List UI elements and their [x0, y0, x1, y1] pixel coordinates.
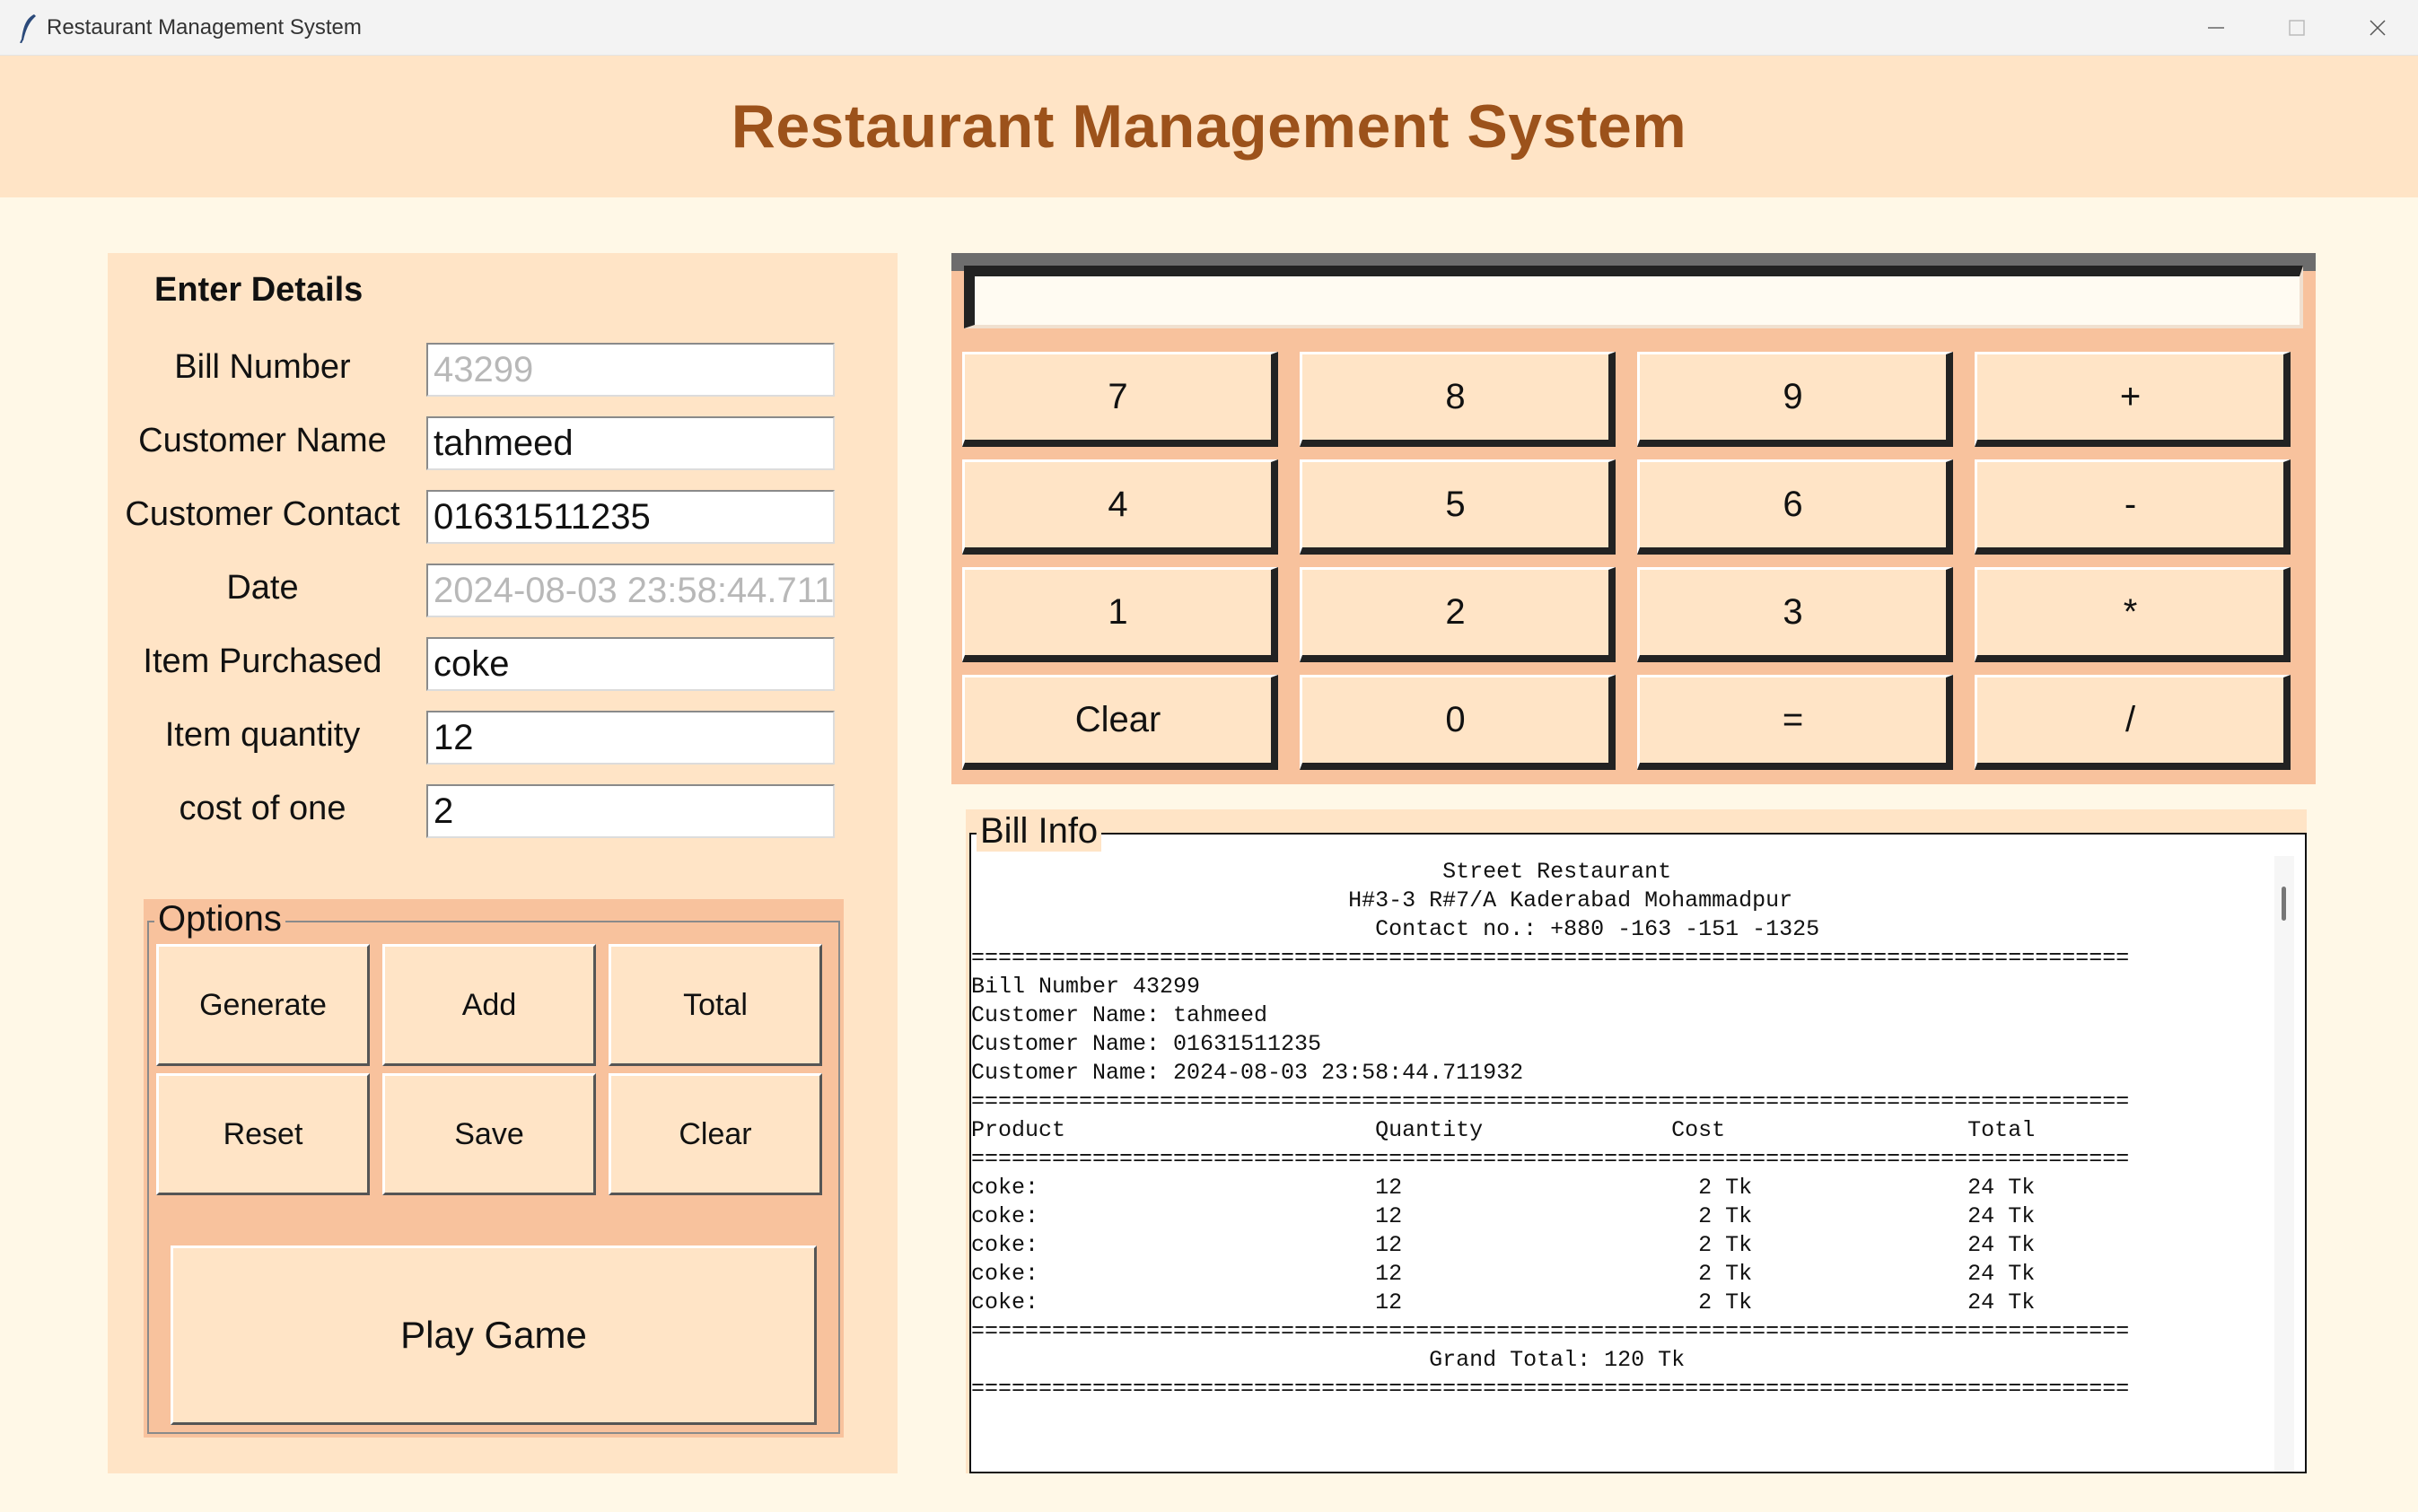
bill-line: coke: 12 2 Tk 24 Tk	[971, 1232, 2036, 1258]
page-title: Restaurant Management System	[731, 92, 1687, 161]
customer-name-label: Customer Name	[138, 422, 387, 459]
date-label: Date	[226, 569, 299, 607]
close-button[interactable]	[2337, 0, 2418, 56]
maximize-button[interactable]	[2256, 0, 2337, 56]
bill-line: Street Restaurant	[971, 859, 1672, 885]
calc-button-5[interactable]: 5	[1300, 459, 1616, 555]
play-game-button[interactable]: Play Game	[171, 1245, 817, 1425]
cost-of-one-label: cost of one	[179, 790, 346, 827]
calc-button-multiply[interactable]: *	[1975, 567, 2291, 662]
bill-line: Bill Number 43299	[971, 974, 1201, 1000]
feather-icon	[20, 14, 36, 43]
item-purchased-label: Item Purchased	[143, 642, 382, 680]
bill-info-label: Bill Info	[977, 811, 1102, 852]
customer-contact-label: Customer Contact	[125, 495, 400, 533]
bill-line: ========================================…	[971, 1146, 2130, 1172]
window-titlebar: Restaurant Management System	[0, 0, 2418, 56]
clear-button[interactable]: Clear	[609, 1073, 822, 1195]
bill-scrollbar[interactable]	[2274, 856, 2294, 1472]
calc-button-divide[interactable]: /	[1975, 675, 2291, 770]
bill-info-group: Bill Info Street Restaurant H#3-3 R#7/A …	[966, 809, 2307, 1473]
calc-button-clear[interactable]: Clear	[962, 675, 1278, 770]
bill-line: ========================================…	[971, 1318, 2130, 1344]
close-icon	[2370, 20, 2386, 36]
date-field[interactable]: 2024-08-03 23:58:44.711	[426, 564, 835, 617]
minimize-button[interactable]	[2176, 0, 2256, 56]
customer-contact-field[interactable]: 01631511235	[426, 490, 835, 544]
calc-button-7[interactable]: 7	[962, 352, 1278, 447]
item-purchased-field[interactable]: coke	[426, 637, 835, 691]
calc-button-equals[interactable]: =	[1637, 675, 1953, 770]
total-button[interactable]: Total	[609, 944, 822, 1066]
bill-line: coke: 12 2 Tk 24 Tk	[971, 1203, 2036, 1229]
details-section-title: Enter Details	[154, 271, 364, 309]
bill-line: ========================================…	[971, 1376, 2130, 1402]
add-button[interactable]: Add	[382, 944, 596, 1066]
bill-line: coke: 12 2 Tk 24 Tk	[971, 1175, 2036, 1201]
options-group: Generate Add Total Reset Save Clear Play…	[144, 899, 844, 1438]
bill-text-area[interactable]: Street Restaurant H#3-3 R#7/A Kaderabad …	[971, 858, 2269, 1468]
maximize-icon	[2289, 20, 2305, 36]
options-label: Options	[154, 899, 285, 940]
bill-line: Grand Total: 120 Tk	[971, 1347, 1686, 1373]
cost-of-one-field[interactable]: 2	[426, 784, 835, 838]
app-header: Restaurant Management System	[0, 56, 2418, 197]
options-frame: Generate Add Total Reset Save Clear Play…	[147, 921, 840, 1434]
bill-line: Customer Name: 01631511235	[971, 1031, 1322, 1057]
bill-scrollbar-thumb[interactable]	[2282, 887, 2286, 921]
calc-button-2[interactable]: 2	[1300, 567, 1616, 662]
bill-line: ========================================…	[971, 945, 2130, 971]
bill-line: coke: 12 2 Tk 24 Tk	[971, 1261, 2036, 1287]
bill-line: Customer Name: 2024-08-03 23:58:44.71193…	[971, 1060, 1524, 1086]
item-quantity-field[interactable]: 12	[426, 711, 835, 765]
window-title: Restaurant Management System	[47, 15, 362, 39]
reset-button[interactable]: Reset	[156, 1073, 370, 1195]
calc-button-1[interactable]: 1	[962, 567, 1278, 662]
bill-line: Contact no.: +880 -163 -151 -1325	[971, 916, 1820, 942]
bill-number-field[interactable]: 43299	[426, 343, 835, 397]
bill-line: ========================================…	[971, 1088, 2130, 1114]
calc-button-plus[interactable]: +	[1975, 352, 2291, 447]
calc-button-9[interactable]: 9	[1637, 352, 1953, 447]
details-panel: Enter Details Bill Number 43299 Customer…	[108, 253, 898, 1473]
calc-button-minus[interactable]: -	[1975, 459, 2291, 555]
calc-button-6[interactable]: 6	[1637, 459, 1953, 555]
item-quantity-label: Item quantity	[164, 716, 361, 754]
calculator-panel: 7 8 9 + 4 5 6 - 1 2 3 * Clear 0 = /	[951, 253, 2316, 784]
bill-line: H#3-3 R#7/A Kaderabad Mohammadpur	[971, 887, 1793, 913]
bill-line: Customer Name: tahmeed	[971, 1002, 1268, 1028]
bill-number-label: Bill Number	[174, 348, 351, 386]
calc-button-8[interactable]: 8	[1300, 352, 1616, 447]
calc-button-0[interactable]: 0	[1300, 675, 1616, 770]
save-button[interactable]: Save	[382, 1073, 596, 1195]
customer-name-field[interactable]: tahmeed	[426, 416, 835, 470]
generate-button[interactable]: Generate	[156, 944, 370, 1066]
bill-line: coke: 12 2 Tk 24 Tk	[971, 1289, 2036, 1315]
bill-line: Product Quantity Cost Total	[971, 1117, 2036, 1143]
calc-button-3[interactable]: 3	[1637, 567, 1953, 662]
calc-button-4[interactable]: 4	[962, 459, 1278, 555]
calculator-display[interactable]	[964, 266, 2303, 328]
minimize-icon	[2208, 27, 2224, 29]
